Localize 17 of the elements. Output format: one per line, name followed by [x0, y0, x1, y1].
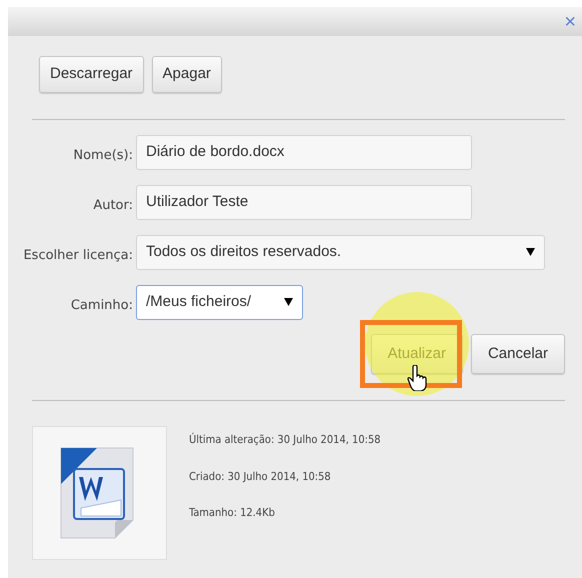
download-button[interactable]: Descarregar	[39, 56, 144, 92]
hand-cursor-icon	[406, 365, 427, 391]
field-label: Escolher licença:	[22, 247, 133, 266]
file-detail: Tamanho: 12.4Kb	[189, 505, 276, 521]
caret-icon	[526, 248, 535, 256]
cancel-button[interactable]: Cancelar	[470, 334, 565, 374]
text-field[interactable]: Utilizador Teste	[136, 184, 472, 220]
field-label: Autor:	[92, 197, 133, 216]
caret-icon	[284, 298, 293, 306]
dropdown-field[interactable]: /Meus ficheiros/	[136, 284, 303, 320]
file-detail: Última alteração: 30 Julho 2014, 10:58	[189, 432, 381, 448]
field-label: Caminho:	[70, 297, 133, 316]
field-label: Nome(s):	[72, 147, 133, 166]
dropdown-field[interactable]: Todos os direitos reservados.	[136, 234, 545, 270]
text-field[interactable]: Diário de bordo.docx	[136, 134, 472, 170]
delete-button[interactable]: Apagar	[152, 56, 222, 92]
file-detail: Criado: 30 Julho 2014, 10:58	[189, 468, 332, 484]
